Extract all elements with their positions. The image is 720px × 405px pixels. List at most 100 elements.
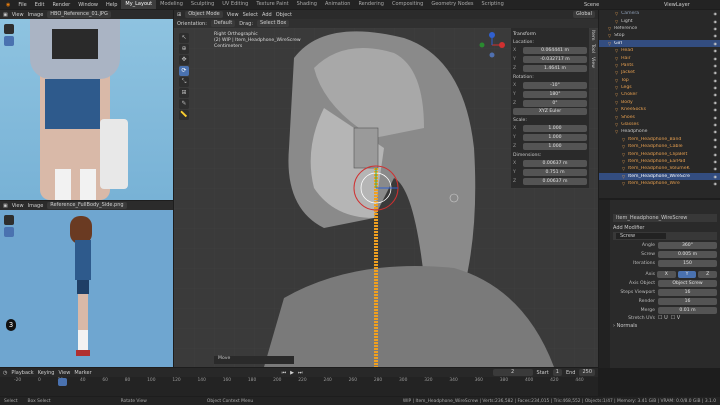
outliner-item[interactable]: ▽ Item_Headphone_WireScre ◉ [599, 172, 720, 180]
drag-select[interactable]: Select Box [257, 20, 290, 27]
end-frame-field[interactable]: 250 [579, 369, 596, 376]
outliner-item[interactable]: ▽ Legs ◉ [599, 84, 720, 91]
transform-orientation[interactable]: Global [573, 11, 595, 18]
outliner-item[interactable]: ▽ Item_Headphone_VolumeK ◉ [599, 165, 720, 172]
play-icon[interactable]: ▶ [290, 370, 294, 376]
render-steps-field[interactable]: 16 [658, 297, 717, 305]
outliner-item[interactable]: ▽ KneeSocks ◉ [599, 106, 720, 113]
view-menu[interactable]: View [227, 12, 239, 18]
location-y-field[interactable]: -0.032717 m [523, 55, 587, 63]
add-menu[interactable]: Add [262, 12, 272, 18]
annotate-tool[interactable] [4, 215, 14, 225]
add-modifier-button[interactable]: Add Modifier [613, 224, 717, 232]
axis-z-toggle[interactable]: Z [698, 270, 717, 278]
transform-title[interactable]: Transform [513, 30, 587, 38]
outliner-item[interactable]: ▽ Pants ◉ [599, 62, 720, 69]
outliner-item[interactable]: ▽ Head ◉ [599, 47, 720, 54]
stretch-v-checkbox[interactable]: ☐ V [671, 315, 681, 321]
outliner-item[interactable]: ▽ Item_Headphone_Band ◉ [599, 136, 720, 143]
current-frame-field[interactable]: 2 [492, 369, 533, 376]
outliner-item[interactable]: ▽ Glasses ◉ [599, 121, 720, 128]
image-file-selector[interactable]: Reference_FullBody_Side.png [47, 202, 127, 209]
view-menu[interactable]: View [12, 203, 24, 209]
normals-panel-header[interactable]: › Normals [613, 322, 717, 330]
scale-x-field[interactable]: 1.000 [523, 124, 587, 132]
annotate-icon[interactable]: ✎ [179, 99, 189, 109]
workspace-tab[interactable]: Shading [293, 0, 321, 9]
draw-tool-active[interactable] [4, 227, 14, 237]
visibility-eye-icon[interactable]: ◉ [714, 19, 718, 24]
visibility-eye-icon[interactable]: ◉ [714, 181, 718, 186]
visibility-eye-icon[interactable]: ◉ [714, 100, 718, 105]
move-icon[interactable]: ✥ [179, 55, 189, 65]
steps-viewport-field[interactable]: 16 [658, 288, 717, 296]
visibility-eye-icon[interactable]: ◉ [714, 152, 718, 157]
object-menu[interactable]: Object [276, 12, 292, 18]
tab-item[interactable]: Item [590, 28, 595, 43]
axis-x-toggle[interactable]: X [657, 270, 676, 278]
outliner-item[interactable]: ▽ Girl ◉ [599, 39, 720, 47]
axis-y-toggle[interactable]: Y [677, 270, 697, 278]
image-menu[interactable]: Image [28, 203, 44, 209]
workspace-tab[interactable]: Sculpting [187, 0, 218, 9]
image-menu[interactable]: Image [28, 12, 44, 18]
workspace-tab[interactable]: Animation [321, 0, 355, 9]
menu-render[interactable]: Render [48, 2, 74, 8]
axis-object-field[interactable]: Object Screw [658, 279, 717, 287]
visibility-eye-icon[interactable]: ◉ [714, 41, 718, 46]
screw-field[interactable]: 0.005 m [658, 250, 717, 258]
visibility-eye-icon[interactable]: ◉ [714, 166, 718, 171]
modifier-name-field[interactable]: Screw [616, 233, 666, 239]
workspace-tab[interactable]: Modeling [156, 0, 187, 9]
dimensions-y-field[interactable]: 0.751 m [523, 168, 587, 176]
angle-field[interactable]: 360° [658, 241, 717, 249]
editor-type-icon[interactable]: ◷ [3, 370, 7, 376]
rotation-z-field[interactable]: 0° [523, 99, 587, 107]
3d-viewport[interactable]: ⊞ Object Mode View Select Add Object Glo… [174, 10, 598, 367]
last-operator-panel[interactable]: Move [214, 356, 294, 364]
outliner-item[interactable]: ▽ Item_Headphone_Cable ◉ [599, 143, 720, 150]
visibility-eye-icon[interactable]: ◉ [714, 85, 718, 90]
jump-start-icon[interactable]: ⏮ [282, 370, 287, 376]
outliner-item[interactable]: ▽ Top ◉ [599, 77, 720, 84]
outliner-item[interactable]: ▽ Item_Headphone_Wire ◉ [599, 180, 720, 187]
jump-end-icon[interactable]: ⏭ [298, 370, 303, 376]
workspace-tab-active[interactable]: My_Layout [121, 0, 157, 9]
menu-edit[interactable]: Edit [31, 2, 49, 8]
orientation-select[interactable]: Default [210, 20, 236, 27]
menu-help[interactable]: Help [102, 2, 121, 8]
visibility-eye-icon[interactable]: ◉ [714, 115, 718, 120]
visibility-eye-icon[interactable]: ◉ [714, 159, 718, 164]
editor-type-icon[interactable]: ▣ [3, 203, 8, 209]
visibility-eye-icon[interactable]: ◉ [714, 122, 718, 127]
view-menu[interactable]: View [58, 370, 70, 376]
visibility-eye-icon[interactable]: ◉ [714, 144, 718, 149]
visibility-eye-icon[interactable]: ◉ [714, 48, 718, 53]
visibility-eye-icon[interactable]: ◉ [714, 33, 718, 38]
cursor-icon[interactable]: ⊕ [179, 44, 189, 54]
workspace-tab[interactable]: Texture Paint [252, 0, 292, 9]
tab-tool[interactable]: Tool [590, 42, 595, 55]
scale-z-field[interactable]: 1.000 [523, 142, 587, 150]
playback-menu[interactable]: Playback [11, 370, 33, 376]
image-file-selector[interactable]: HBO_Reference_01.JPG [47, 11, 111, 18]
outliner-item[interactable]: ▽ Item_Headphone_ClipBelt ◉ [599, 150, 720, 157]
object-name[interactable]: Item_Headphone_WireScrew [613, 214, 717, 222]
menu-file[interactable]: File [14, 2, 30, 8]
outliner-item[interactable]: ▽ Headphone ◉ [599, 128, 720, 135]
view-layer-selector[interactable]: ViewLayer [660, 2, 720, 8]
rotation-y-field[interactable]: 180° [523, 90, 587, 98]
stretch-u-checkbox[interactable]: ☐ U [658, 315, 668, 321]
outliner-item[interactable]: ▽ Jacket ◉ [599, 69, 720, 76]
visibility-eye-icon[interactable]: ◉ [714, 174, 718, 179]
workspace-tab[interactable]: Geometry Nodes [427, 0, 477, 9]
outliner-item[interactable]: ▽ Stop ◉ [599, 32, 720, 39]
keying-menu[interactable]: Keying [38, 370, 55, 376]
transform-icon[interactable]: ⊞ [179, 88, 189, 98]
menu-window[interactable]: Window [74, 2, 102, 8]
select-menu[interactable]: Select [243, 12, 258, 18]
visibility-eye-icon[interactable]: ◉ [714, 107, 718, 112]
rotation-mode-select[interactable]: XYZ Euler [513, 108, 587, 115]
dimensions-z-field[interactable]: 0.00637 m [523, 177, 587, 185]
editor-type-icon[interactable]: ▣ [3, 12, 8, 18]
